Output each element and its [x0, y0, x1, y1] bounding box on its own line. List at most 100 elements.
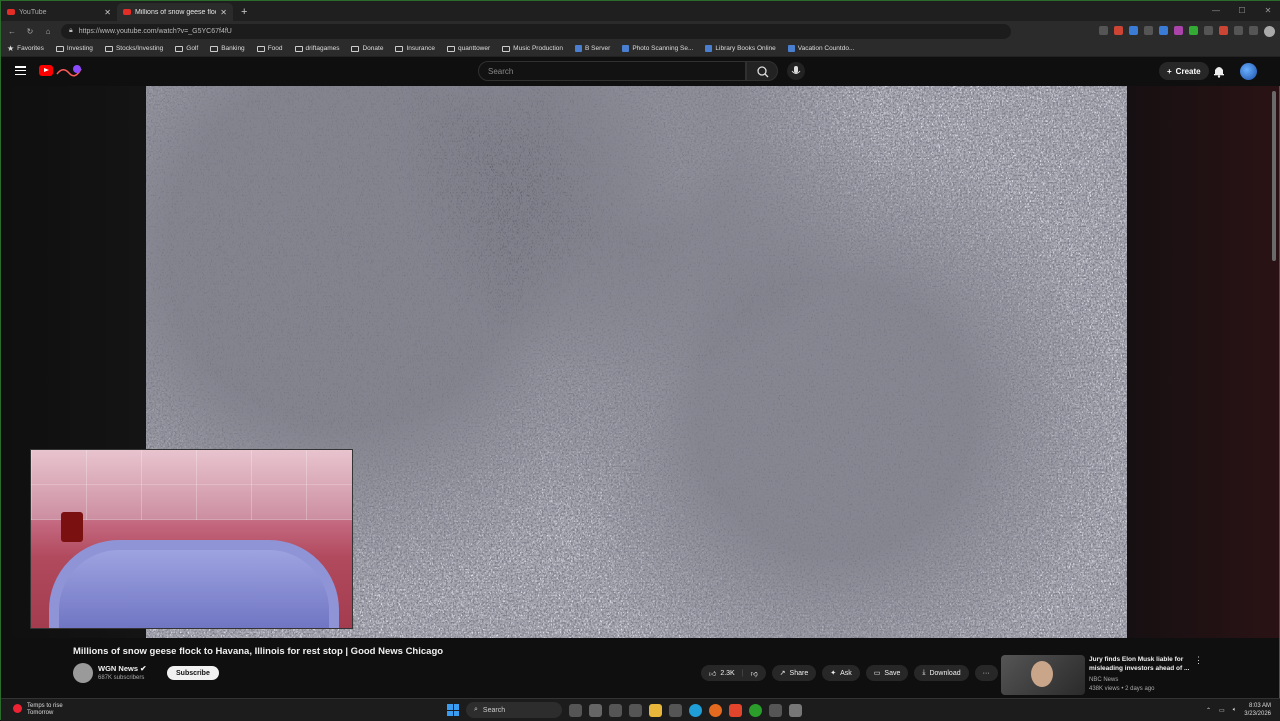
favorite-item[interactable]: quanttower [447, 45, 490, 52]
app-icon[interactable] [669, 703, 682, 717]
maximize-icon[interactable]: ☐ [1229, 1, 1255, 21]
app-icon[interactable] [629, 703, 642, 717]
menu-icon[interactable] [15, 66, 26, 75]
extension-icon[interactable] [1234, 25, 1243, 35]
voice-search-button[interactable] [787, 62, 805, 80]
like-count: 2.3K [720, 669, 735, 677]
taskbar-search-label: Search [482, 706, 506, 714]
save-button[interactable]: ▭ Save [865, 665, 909, 681]
favorite-item[interactable]: ★ Favorites [7, 44, 44, 53]
favorite-item[interactable]: Banking [210, 45, 245, 52]
settings-icon[interactable] [1249, 25, 1258, 35]
favorite-item[interactable]: Investing [55, 45, 93, 52]
settings-icon[interactable] [589, 703, 602, 717]
youtube-header: Search + Create [1, 57, 1280, 86]
extension-icon[interactable] [1189, 25, 1198, 35]
window-controls: — ☐ ✕ [1203, 1, 1280, 21]
favorite-label: Food [267, 45, 283, 52]
extension-icon[interactable] [1174, 25, 1183, 35]
doodle-logo-icon[interactable] [55, 64, 85, 78]
extension-icon[interactable] [1129, 25, 1138, 35]
channel-name[interactable]: WGN News ✔ [98, 664, 146, 673]
like-button[interactable]: 👍︎ 2.3K | 👎︎ [701, 665, 766, 681]
volume-icon[interactable]: 🔈︎ [1233, 707, 1237, 714]
store-icon[interactable] [769, 703, 782, 717]
favorite-item[interactable]: Vacation Countdo... [787, 45, 854, 52]
youtube-logo[interactable] [39, 65, 53, 76]
task-view-icon[interactable] [569, 703, 582, 717]
close-tab-icon[interactable]: ✕ [220, 8, 227, 17]
search-button[interactable] [746, 61, 778, 81]
edge-browser-icon[interactable] [689, 703, 702, 717]
favorite-item[interactable]: driftagames [294, 45, 340, 52]
desktop-icon[interactable] [609, 703, 622, 717]
file-explorer-icon[interactable] [649, 703, 662, 717]
favorite-label: Donate [362, 45, 384, 52]
weather-widget[interactable]: Temps to rise Tomorrow [13, 703, 63, 717]
extension-icon[interactable] [1144, 25, 1153, 35]
video-title: Millions of snow geese flock to Havana, … [73, 646, 444, 657]
network-icon[interactable]: ▭ [1219, 707, 1225, 714]
extension-icon[interactable] [1114, 25, 1123, 35]
taskbar-search[interactable]: ⌕ Search [466, 702, 562, 718]
extension-icon[interactable] [1099, 25, 1108, 35]
xbox-icon[interactable] [749, 703, 762, 717]
clock[interactable]: 8:03 AM 3/23/2026 [1244, 702, 1271, 718]
lock-icon: 🔒︎ [69, 27, 73, 34]
download-button[interactable]: ⤓ Download [914, 665, 969, 681]
ask-button[interactable]: ✦ Ask [822, 665, 860, 681]
weather-line2: Tomorrow [27, 710, 54, 716]
notifications-bell-icon[interactable] [1211, 64, 1227, 78]
address-bar[interactable]: 🔒︎ https://www.youtube.com/watch?v=_G5YC… [61, 23, 1011, 39]
new-tab-icon[interactable]: + [241, 3, 247, 21]
tab-youtube[interactable]: YouTube ✕ [1, 3, 117, 21]
more-actions-button[interactable]: ··· [974, 665, 998, 681]
recommended-title[interactable]: Jury finds Elon Musk liable for misleadi… [1089, 655, 1199, 673]
search-input[interactable]: Search [478, 61, 746, 81]
home-icon[interactable]: ⌂ [43, 27, 53, 36]
windows-start-icon[interactable] [447, 704, 459, 716]
firefox-icon[interactable] [709, 703, 722, 717]
create-button[interactable]: + Create [1159, 62, 1209, 80]
extension-icon[interactable] [1204, 25, 1213, 35]
favorite-label: driftagames [305, 45, 340, 52]
close-tab-icon[interactable]: ✕ [104, 8, 111, 17]
close-window-icon[interactable]: ✕ [1255, 1, 1280, 21]
subscribe-button[interactable]: Subscribe [167, 666, 219, 680]
extension-icon[interactable] [1159, 25, 1168, 35]
favorite-item[interactable]: Stocks/Investing [104, 45, 163, 52]
favorite-item[interactable]: B Server [575, 45, 610, 52]
favorite-item[interactable]: Library Books Online [705, 45, 776, 52]
favorite-item[interactable]: Donate [351, 45, 383, 52]
favorite-item[interactable]: Food [256, 45, 283, 52]
recommended-thumbnail[interactable] [1001, 655, 1085, 695]
brave-icon[interactable] [729, 703, 742, 717]
tab-video[interactable]: Millions of snow geese flock to Ha ✕ [117, 3, 233, 21]
extensions-bar [1099, 25, 1275, 37]
favorite-item[interactable]: Photo Scanning Se... [622, 45, 693, 52]
scrollbar[interactable] [1272, 91, 1276, 261]
profile-icon[interactable] [1264, 25, 1275, 37]
extension-icon[interactable] [1219, 25, 1228, 35]
save-label: Save [884, 669, 901, 677]
thumbs-down-icon[interactable]: 👎︎ [751, 669, 758, 678]
back-icon[interactable]: ← [7, 27, 17, 36]
favorite-label: Library Books Online [715, 45, 776, 52]
chevron-up-icon[interactable]: ⌃ [1206, 707, 1211, 714]
favorite-item[interactable]: Music Production [502, 45, 563, 52]
app-icon[interactable] [789, 703, 802, 717]
minimize-icon[interactable]: — [1203, 1, 1229, 21]
more-vertical-icon[interactable]: ⋮ [1194, 655, 1203, 666]
tab-label: Millions of snow geese flock to Ha [135, 8, 216, 16]
channel-avatar[interactable] [73, 663, 93, 683]
refresh-icon[interactable]: ↻ [25, 27, 35, 36]
share-button[interactable]: ↗ Share [771, 665, 817, 681]
user-avatar[interactable] [1240, 63, 1257, 80]
favorite-label: Banking [221, 45, 245, 52]
microphone-icon [791, 66, 801, 74]
favorite-item[interactable]: Golf [175, 45, 198, 52]
favorite-item[interactable]: Insurance [395, 45, 435, 52]
more-horizontal-icon: ··· [982, 669, 990, 677]
webcam-overlay[interactable] [30, 449, 353, 629]
video-actions: 👍︎ 2.3K | 👎︎ ↗ Share ✦ Ask ▭ Save ⤓ Down… [701, 665, 998, 681]
